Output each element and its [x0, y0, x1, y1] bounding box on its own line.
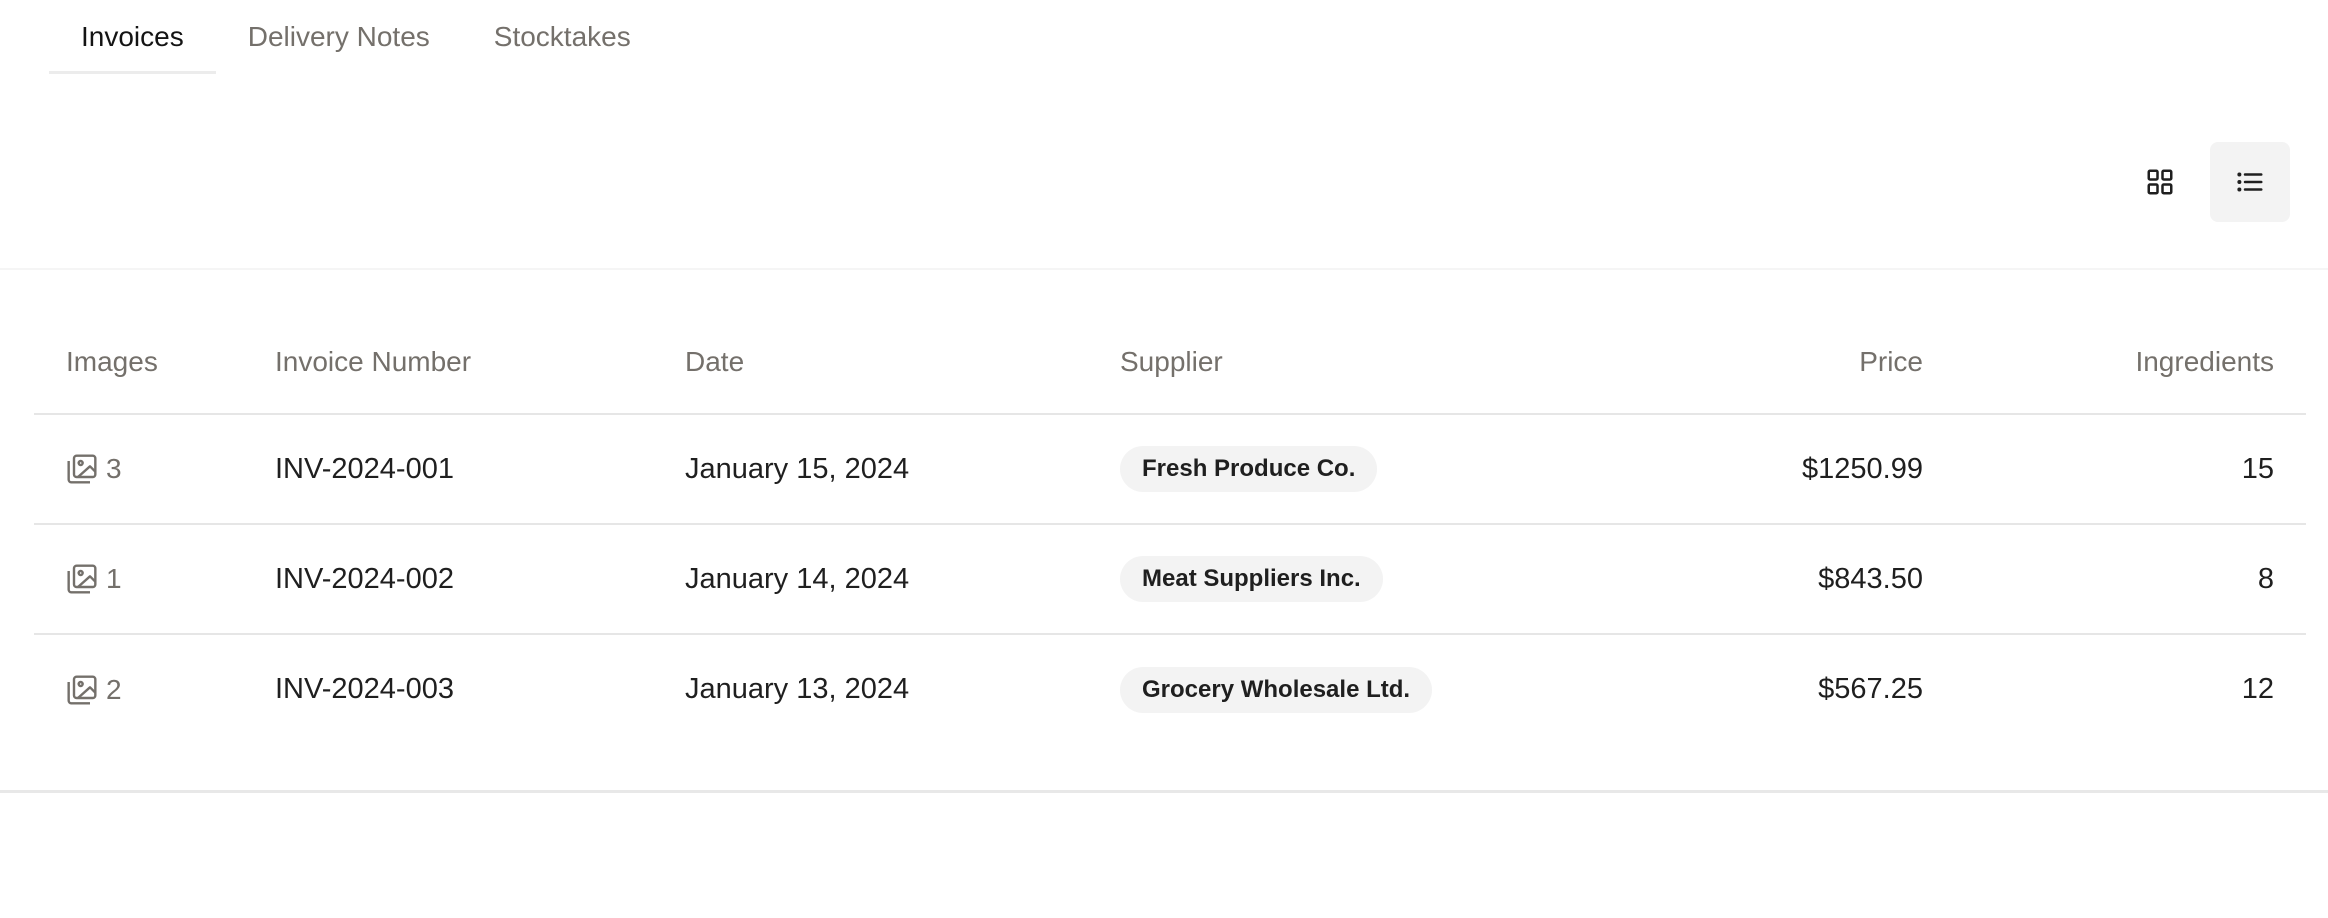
header-price[interactable]: Price	[1633, 310, 1923, 415]
image-count[interactable]: 2	[66, 674, 275, 706]
image-count[interactable]: 1	[66, 563, 275, 595]
table-bottom-divider	[0, 790, 2328, 793]
list-icon	[2237, 172, 2263, 192]
invoice-date: January 15, 2024	[685, 414, 1120, 525]
header-images[interactable]: Images	[34, 310, 275, 415]
supplier-badge: Meat Suppliers Inc.	[1120, 556, 1383, 602]
grid-view-button[interactable]	[2120, 142, 2200, 222]
table-row[interactable]: 3 INV-2024-001 January 15, 2024 Fresh Pr…	[34, 414, 2306, 525]
invoice-date: January 14, 2024	[685, 524, 1120, 635]
view-toggle	[2120, 142, 2290, 222]
invoice-number: INV-2024-002	[275, 524, 685, 635]
invoices-table: Images Invoice Number Date Supplier Pric…	[34, 310, 2306, 744]
invoice-price: $843.50	[1633, 524, 1923, 635]
ingredient-count: 12	[2241, 673, 2274, 705]
tab-stocktakes[interactable]: Stocktakes	[462, 0, 663, 74]
table-row[interactable]: 1 INV-2024-002 January 14, 2024 Meat Sup…	[34, 524, 2306, 635]
image-count-value: 1	[106, 563, 122, 594]
invoice-price: $567.25	[1818, 673, 1923, 705]
header-date[interactable]: Date	[685, 310, 1120, 415]
ingredient-count: 15	[1923, 414, 2306, 525]
header-invoice-number[interactable]: Invoice Number	[275, 310, 685, 415]
images-icon	[67, 564, 97, 594]
tab-delivery-notes[interactable]: Delivery Notes	[216, 0, 462, 74]
supplier-badge: Grocery Wholesale Ltd.	[1120, 666, 1433, 713]
list-view-button[interactable]	[2210, 142, 2290, 222]
header-supplier[interactable]: Supplier	[1120, 310, 1633, 415]
invoice-date: January 13, 2024	[685, 673, 910, 705]
supplier-badge: Fresh Produce Co.	[1120, 446, 1378, 492]
tab-bar: Invoices Delivery Notes Stocktakes	[49, 0, 663, 76]
header-ingredients[interactable]: Ingredients	[1923, 310, 2306, 415]
tab-invoices[interactable]: Invoices	[49, 0, 216, 74]
toolbar-divider	[0, 268, 2328, 270]
table-row[interactable]: 2 INV-2024-003 January 13, 2024 Grocery …	[34, 634, 2306, 744]
invoice-number: INV-2024-003	[275, 673, 454, 705]
invoice-number: INV-2024-001	[275, 414, 685, 525]
image-count-value: 3	[106, 453, 122, 484]
images-icon	[67, 454, 97, 484]
image-count-value: 2	[106, 673, 122, 705]
invoice-price: $1250.99	[1633, 414, 1923, 525]
table-header-row: Images Invoice Number Date Supplier Pric…	[34, 310, 2306, 415]
images-icon	[67, 674, 97, 705]
image-count[interactable]: 3	[66, 453, 275, 485]
ingredient-count: 8	[1923, 524, 2306, 635]
grid-icon	[2147, 169, 2173, 195]
